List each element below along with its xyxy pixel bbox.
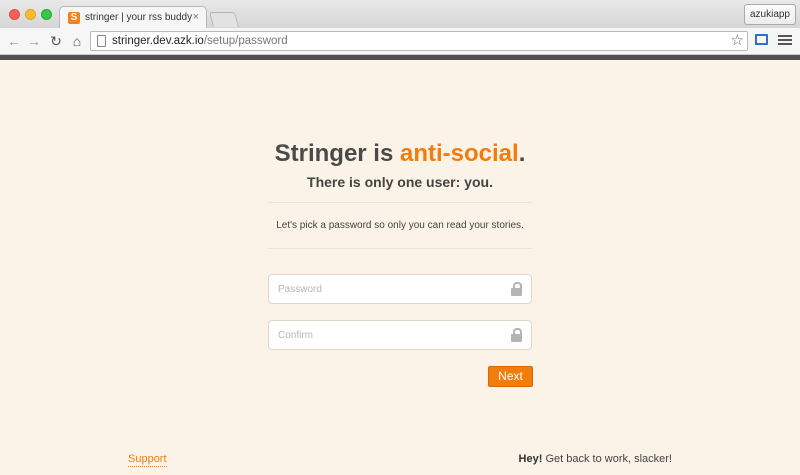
headline-accent: anti-social (400, 140, 519, 167)
browser-tab[interactable]: S stringer | your rss buddy × (59, 6, 207, 29)
page-icon (97, 35, 106, 47)
lock-icon (511, 282, 522, 296)
lock-icon (511, 328, 522, 342)
next-button[interactable]: Next (488, 366, 533, 387)
home-icon[interactable]: ⌂ (68, 32, 86, 50)
window-maximize-button[interactable] (41, 9, 52, 20)
headline-prefix: Stringer is (274, 140, 400, 167)
cast-icon[interactable] (755, 34, 768, 45)
url-path: /setup/password (203, 35, 288, 47)
footer-message: Hey! Get back to work, slacker! (519, 453, 672, 466)
footer-message-text: Get back to work, slacker! (542, 453, 672, 465)
browser-toolbar: ← → ↻ ⌂ stringer.dev.azk.io/setup/passwo… (0, 28, 800, 55)
footer-hey: Hey! (518, 453, 543, 465)
window-minimize-button[interactable] (25, 9, 36, 20)
tab-close-icon[interactable]: × (193, 11, 199, 23)
confirm-password-input[interactable] (269, 321, 508, 349)
stringer-favicon-icon: S (68, 12, 80, 24)
url-host: stringer.dev.azk.io (112, 35, 204, 47)
tab-title: stringer | your rss buddy (85, 12, 193, 23)
page-header-bar (0, 55, 800, 60)
support-link[interactable]: Support (128, 453, 167, 467)
divider (268, 248, 532, 249)
url-text[interactable]: stringer.dev.azk.io/setup/password (112, 35, 288, 48)
forward-arrow-icon[interactable]: → (25, 32, 43, 50)
hamburger-menu-icon[interactable] (778, 33, 792, 49)
setup-panel: Stringer is anti-social. There is only o… (268, 140, 532, 249)
reload-icon[interactable]: ↻ (47, 32, 65, 50)
browser-titlebar: S stringer | your rss buddy × azukiapp (0, 0, 800, 29)
headline-suffix: . (518, 140, 526, 167)
profile-button[interactable]: azukiapp (743, 4, 796, 25)
back-arrow-icon[interactable]: ← (5, 32, 23, 50)
star-icon[interactable]: ☆ (731, 33, 744, 49)
intro-text: Let's pick a password so only you can re… (276, 220, 524, 231)
page-title: Stringer is anti-social. (268, 140, 532, 168)
address-bar[interactable]: stringer.dev.azk.io/setup/password ☆ (90, 31, 748, 51)
confirm-field (268, 320, 532, 350)
page-subtitle: There is only one user: you. (307, 174, 493, 190)
password-input[interactable] (269, 275, 508, 303)
window-close-button[interactable] (9, 9, 20, 20)
password-field (268, 274, 532, 304)
new-tab-button[interactable] (208, 12, 240, 27)
divider (268, 202, 532, 203)
